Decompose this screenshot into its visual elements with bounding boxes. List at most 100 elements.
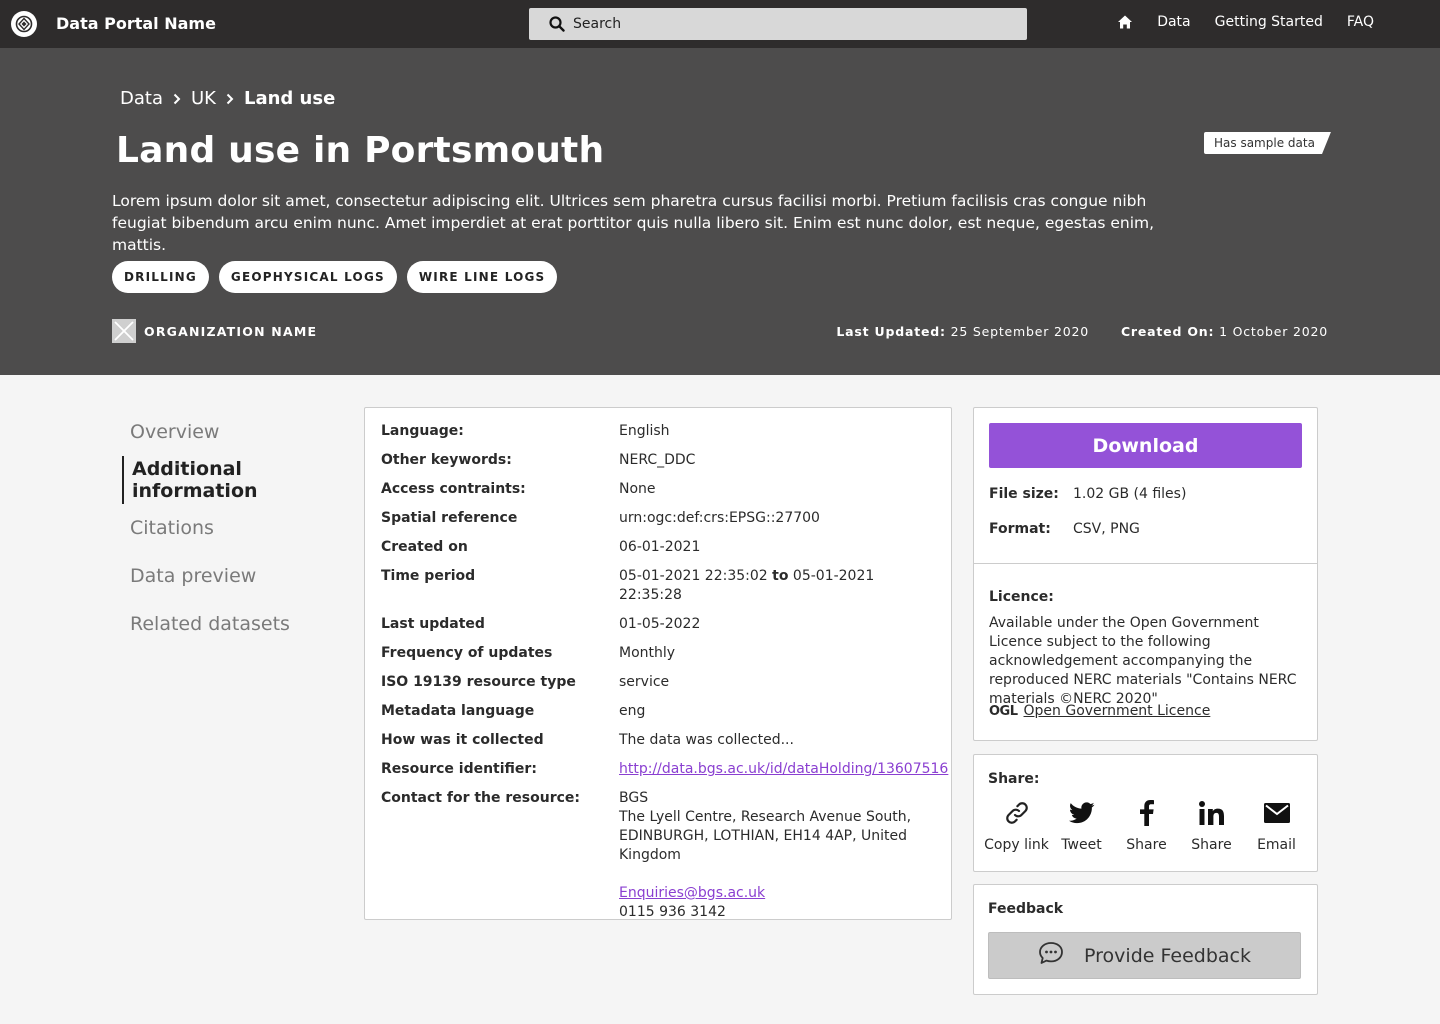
info-value: English: [619, 423, 670, 439]
last-updated-label: Last Updated:: [836, 324, 946, 339]
sample-data-badge: Has sample data: [1204, 132, 1331, 154]
nav-link-getting-started[interactable]: Getting Started: [1215, 14, 1323, 30]
file-size-label: File size:: [989, 486, 1059, 502]
section-nav-data-preview[interactable]: Data preview: [122, 552, 352, 600]
info-value: urn:ogc:def:crs:EPSG::27700: [619, 510, 820, 526]
info-key: Last updated: [381, 616, 485, 632]
download-button[interactable]: Download: [989, 423, 1302, 468]
ogl-logo-icon: OGL: [989, 703, 1018, 719]
info-row: Resource identifier: http://data.bgs.ac.u…: [381, 760, 948, 779]
breadcrumb-uk[interactable]: UK: [191, 88, 216, 109]
share-twitter[interactable]: Tweet: [1049, 797, 1114, 853]
organization[interactable]: ORGANIZATION NAME: [112, 319, 317, 343]
format-label: Format:: [989, 521, 1051, 537]
share-title: Share:: [988, 771, 1040, 787]
info-value: service: [619, 674, 670, 690]
chat-bubble-icon: [1038, 941, 1064, 970]
share-copy-link[interactable]: Copy link: [984, 797, 1049, 853]
share-linkedin[interactable]: Share: [1179, 797, 1244, 853]
additional-information-panel: Language: English Other keywords: NERC_DDC…: [364, 407, 952, 920]
dataset-description: Lorem ipsum dolor sit amet, consectetur …: [112, 192, 1155, 254]
info-row: Frequency of updates Monthly: [381, 644, 935, 663]
share-label: Share: [1126, 837, 1167, 853]
time-period-to: to: [772, 568, 789, 584]
breadcrumb-current: Land use: [243, 88, 336, 109]
search-input[interactable]: [573, 16, 993, 32]
download-panel: Download File size: 1.02 GB (4 files) For…: [973, 407, 1318, 741]
twitter-icon: [1068, 797, 1095, 829]
info-row: Other keywords: NERC_DDC: [381, 451, 935, 470]
info-key: Language:: [381, 423, 464, 439]
share-email[interactable]: Email: [1244, 797, 1309, 853]
info-row: Language: English: [381, 422, 935, 441]
info-key: Access contraints:: [381, 481, 526, 497]
nav-link-data[interactable]: Data: [1157, 14, 1190, 30]
info-value: The data was collected...: [619, 732, 794, 748]
link-icon: [1003, 797, 1031, 829]
home-icon[interactable]: [1117, 14, 1133, 30]
info-key: Metadata language: [381, 703, 535, 719]
licence-label: Licence:: [989, 589, 1054, 605]
dataset-dates: Last Updated: 25 September 2020 Created …: [836, 324, 1328, 339]
tag-drilling[interactable]: DRILLING: [112, 261, 209, 293]
time-period-start: 05-01-2021 22:35:02: [619, 568, 768, 584]
info-row: How was it collected The data was collect…: [381, 731, 935, 750]
share-options: Copy link Tweet Share Share Email: [984, 797, 1309, 853]
share-label: Share: [1191, 837, 1232, 853]
licence-text: Available under the Open Government Lice…: [989, 615, 1297, 707]
contact-email-link[interactable]: Enquiries@bgs.ac.uk: [619, 885, 765, 901]
last-updated-value: 25 September 2020: [950, 324, 1089, 339]
file-format: Format: CSV, PNG: [989, 521, 1140, 537]
email-icon: [1263, 797, 1290, 829]
search-icon: [549, 16, 565, 32]
info-key: Other keywords:: [381, 452, 512, 468]
section-nav-citations[interactable]: Citations: [122, 504, 352, 552]
breadcrumb: Data UK Land use: [120, 88, 335, 109]
info-key: Time period: [381, 568, 476, 584]
resource-identifier-link[interactable]: http://data.bgs.ac.uk/id/dataHolding/136…: [619, 761, 948, 777]
section-nav-related-datasets[interactable]: Related datasets: [122, 600, 352, 648]
tag-list: DRILLING GEOPHYSICAL LOGS WIRE LINE LOGS: [112, 261, 558, 293]
info-value: 01-05-2022: [619, 616, 701, 632]
info-key: Frequency of updates: [381, 645, 553, 661]
share-label: Copy link: [984, 837, 1049, 853]
provide-feedback-button[interactable]: Provide Feedback: [988, 932, 1301, 979]
ogl-licence-link[interactable]: Open Government Licence: [1024, 703, 1211, 719]
file-size-value: 1.02 GB (4 files): [1073, 486, 1187, 502]
info-value: NERC_DDC: [619, 452, 696, 468]
organization-name: ORGANIZATION NAME: [144, 323, 318, 339]
info-row: Time period 05-01-2021 22:35:02 to 05-01-…: [381, 567, 935, 605]
info-row: Created on 06-01-2021: [381, 538, 935, 557]
brand-name[interactable]: Data Portal Name: [56, 14, 216, 33]
share-label: Email: [1257, 837, 1296, 853]
share-facebook[interactable]: Share: [1114, 797, 1179, 853]
tag-wire-line-logs[interactable]: WIRE LINE LOGS: [406, 261, 558, 293]
contact-phone: 0115 936 3142: [619, 904, 726, 920]
time-period-value: 05-01-2021 22:35:02 to 05-01-2021 22:35:…: [619, 567, 929, 605]
created-on-label: Created On:: [1120, 324, 1215, 339]
section-nav-additional-information[interactable]: Additional information: [122, 456, 352, 504]
info-key: Contact for the resource:: [381, 790, 580, 806]
info-row: ISO 19139 resource type service: [381, 673, 935, 692]
linkedin-icon: [1198, 797, 1225, 829]
contact-row: Contact for the resource: BGS The Lyell …: [381, 789, 935, 922]
section-nav: Overview Additional information Citation…: [122, 408, 352, 648]
ogl-licence: OGL Open Government Licence: [989, 703, 1210, 719]
nav-link-faq[interactable]: FAQ: [1347, 14, 1374, 30]
facebook-icon: [1139, 797, 1154, 829]
search-box[interactable]: [529, 8, 1027, 40]
info-value: eng: [619, 703, 646, 719]
format-value: CSV, PNG: [1073, 521, 1140, 537]
section-nav-overview[interactable]: Overview: [122, 408, 352, 456]
info-row: Spatial reference urn:ogc:def:crs:EPSG::2…: [381, 509, 935, 528]
info-key: How was it collected: [381, 732, 544, 748]
portal-logo-icon[interactable]: [11, 11, 37, 37]
chevron-right-icon: [171, 93, 183, 105]
info-row: Access contraints: None: [381, 480, 935, 499]
share-label: Tweet: [1061, 837, 1102, 853]
info-key: ISO 19139 resource type: [381, 674, 576, 690]
info-value: None: [619, 481, 656, 497]
breadcrumb-data[interactable]: Data: [120, 88, 163, 109]
share-panel: Share: Copy link Tweet Share Share Email: [973, 754, 1318, 872]
tag-geophysical-logs[interactable]: GEOPHYSICAL LOGS: [218, 261, 397, 293]
